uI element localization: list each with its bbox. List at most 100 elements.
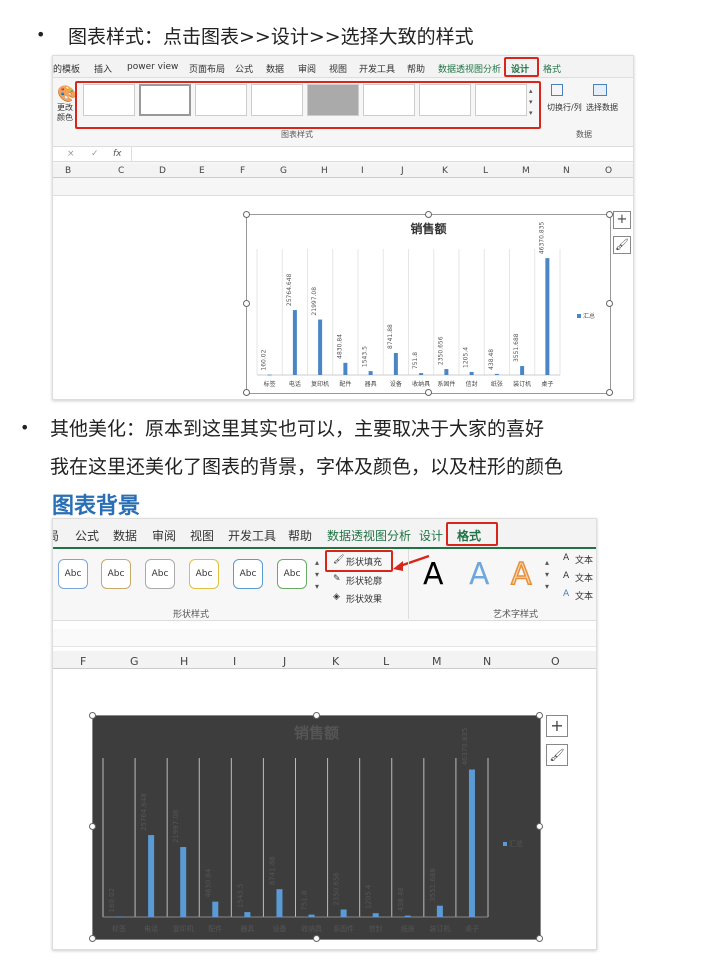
style-thumb[interactable]	[419, 84, 471, 116]
sales-chart-dark[interactable]: 销售额 160.02 标签 25764.648 电话 21997.08 复印机 4830.84…	[89, 712, 543, 942]
chart-styles-button[interactable]: 🖌	[613, 236, 631, 254]
wordart-orange[interactable]: A	[510, 556, 532, 593]
col-header[interactable]: J	[401, 166, 404, 176]
shape-style-swatch[interactable]: Abc	[277, 559, 307, 589]
tab[interactable]: 帮助	[407, 62, 425, 75]
col-header[interactable]: K	[442, 166, 448, 176]
resize-handle[interactable]	[89, 823, 96, 830]
shape-effect-button[interactable]: 形状效果	[346, 592, 382, 605]
col-header[interactable]: E	[199, 166, 205, 176]
gallery-scroll[interactable]: ▴ ▾ ▾	[315, 557, 319, 593]
cancel-icon[interactable]: ×	[67, 149, 75, 159]
select-data-button[interactable]: 选择数据	[586, 102, 618, 113]
resize-handle[interactable]	[425, 389, 432, 396]
resize-handle[interactable]	[313, 935, 320, 942]
tab[interactable]: 视图	[329, 62, 347, 75]
col-header[interactable]: C	[118, 166, 124, 176]
tab[interactable]: 审阅	[298, 62, 316, 75]
col-header[interactable]: M	[522, 166, 530, 176]
style-thumb[interactable]	[363, 84, 415, 116]
col-header[interactable]: B	[65, 166, 71, 176]
shape-style-swatch[interactable]: Abc	[189, 559, 219, 589]
tab[interactable]: 页面布局	[189, 62, 225, 75]
col-header[interactable]: H	[180, 655, 188, 668]
tab[interactable]: 帮助	[288, 527, 312, 544]
col-header[interactable]: H	[321, 166, 328, 176]
style-thumb[interactable]	[83, 84, 135, 116]
col-header[interactable]: F	[80, 655, 86, 668]
resize-handle[interactable]	[89, 935, 96, 942]
style-thumb[interactable]	[195, 84, 247, 116]
shape-style-swatch[interactable]: Abc	[58, 559, 88, 589]
col-header[interactable]: L	[483, 166, 488, 176]
gallery-scroll[interactable]: ▴ ▾ ▾	[529, 86, 533, 119]
enter-icon[interactable]: ✓	[91, 149, 99, 159]
tab[interactable]: 设计	[419, 527, 443, 544]
shape-style-swatch[interactable]: Abc	[145, 559, 175, 589]
col-header[interactable]: I	[361, 166, 364, 176]
col-header[interactable]: N	[563, 166, 570, 176]
tab[interactable]: 局	[53, 527, 59, 544]
switch-row-col-button[interactable]: 切换行/列	[547, 102, 582, 113]
style-thumb[interactable]	[139, 84, 191, 116]
shape-outline-button[interactable]: 形状轮廓	[346, 574, 382, 587]
col-header[interactable]: M	[432, 655, 442, 668]
resize-handle[interactable]	[606, 300, 613, 307]
tab[interactable]: 插入	[94, 62, 112, 75]
tab[interactable]: 视图	[190, 527, 214, 544]
text-outline-button[interactable]: 文本	[575, 571, 593, 584]
chart-styles-button[interactable]: 🖌	[546, 744, 568, 766]
tab[interactable]: 数据透视图分析	[438, 62, 501, 75]
chart-elements-button[interactable]: +	[546, 715, 568, 737]
tab[interactable]: 开发工具	[359, 62, 395, 75]
col-header[interactable]: G	[130, 655, 139, 668]
style-thumb[interactable]	[307, 84, 359, 116]
tab[interactable]: power view	[127, 62, 178, 72]
col-header[interactable]: J	[283, 655, 286, 668]
col-header[interactable]: O	[605, 166, 612, 176]
resize-handle[interactable]	[89, 712, 96, 719]
wordart-blue[interactable]: A	[469, 557, 490, 592]
resize-handle[interactable]	[425, 211, 432, 218]
tab[interactable]: 数据	[266, 62, 284, 75]
col-header[interactable]: D	[159, 166, 166, 176]
tab[interactable]: 的模板	[53, 62, 80, 75]
col-header[interactable]: G	[280, 166, 287, 176]
text-fill-button[interactable]: 文本	[575, 553, 593, 566]
tab[interactable]: 审阅	[152, 527, 176, 544]
resize-handle[interactable]	[536, 823, 543, 830]
resize-handle[interactable]	[606, 211, 613, 218]
tab[interactable]: 开发工具	[228, 527, 276, 544]
wordart-black[interactable]: A	[423, 557, 444, 592]
style-thumb[interactable]	[251, 84, 303, 116]
tab[interactable]: 公式	[75, 527, 99, 544]
col-header[interactable]: L	[383, 655, 389, 668]
col-header[interactable]: N	[483, 655, 491, 668]
col-header[interactable]: K	[332, 655, 339, 668]
resize-handle[interactable]	[606, 389, 613, 396]
style-thumb[interactable]	[475, 84, 527, 116]
gallery-scroll[interactable]: ▴ ▾ ▾	[545, 557, 549, 593]
col-header[interactable]: F	[240, 166, 245, 176]
sales-chart-light[interactable]: 销售额 160.02 标签 25764.648 电话 21997.08 复印机 4830.84…	[243, 211, 613, 396]
change-color-button[interactable]: 更改颜色	[57, 103, 75, 123]
resize-handle[interactable]	[243, 389, 250, 396]
text-effect-button[interactable]: 文本	[575, 589, 593, 602]
shape-style-swatch[interactable]: Abc	[101, 559, 131, 589]
tab[interactable]: 数据透视图分析	[327, 527, 411, 544]
tab[interactable]: 格式	[543, 62, 561, 75]
shape-style-swatch[interactable]: Abc	[233, 559, 263, 589]
formula-input[interactable]	[131, 147, 631, 161]
tab[interactable]: 数据	[113, 527, 137, 544]
resize-handle[interactable]	[536, 935, 543, 942]
tab[interactable]: 公式	[235, 62, 253, 75]
resize-handle[interactable]	[536, 712, 543, 719]
col-header[interactable]: I	[233, 655, 236, 668]
shape-fill-button[interactable]: 形状填充	[346, 555, 382, 568]
col-header[interactable]: O	[551, 655, 560, 668]
chart-elements-button[interactable]: +	[613, 211, 631, 229]
resize-handle[interactable]	[243, 211, 250, 218]
function-icon[interactable]: fx	[113, 149, 122, 159]
resize-handle[interactable]	[243, 300, 250, 307]
resize-handle[interactable]	[313, 712, 320, 719]
